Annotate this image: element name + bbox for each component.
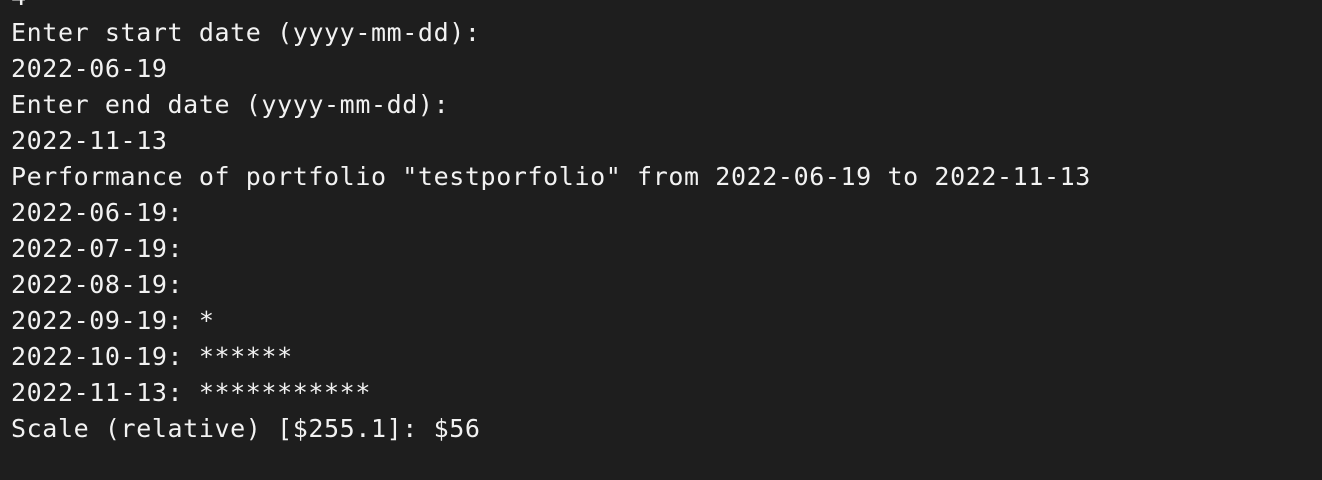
- performance-heading: Performance of portfolio "testporfolio" …: [11, 162, 1091, 191]
- scale-line: Scale (relative) [$255.1]: $56: [11, 414, 481, 443]
- performance-row: 2022-06-19:: [11, 198, 184, 227]
- performance-row: 2022-07-19:: [11, 234, 184, 263]
- terminal-window[interactable]: 4 Enter start date (yyyy-mm-dd): 2022-06…: [0, 0, 1322, 480]
- input-start-date: 2022-06-19: [11, 54, 168, 83]
- performance-row: 2022-09-19: *: [11, 306, 215, 335]
- terminal-line-partial-input: 4: [11, 0, 1091, 15]
- prompt-end-date: Enter end date (yyyy-mm-dd):: [11, 90, 450, 119]
- terminal-output: 4 Enter start date (yyyy-mm-dd): 2022-06…: [11, 0, 1091, 447]
- performance-row: 2022-11-13: ***********: [11, 378, 371, 407]
- performance-row: 2022-10-19: ******: [11, 342, 293, 371]
- input-end-date: 2022-11-13: [11, 126, 168, 155]
- performance-row: 2022-08-19:: [11, 270, 184, 299]
- prompt-start-date: Enter start date (yyyy-mm-dd):: [11, 18, 481, 47]
